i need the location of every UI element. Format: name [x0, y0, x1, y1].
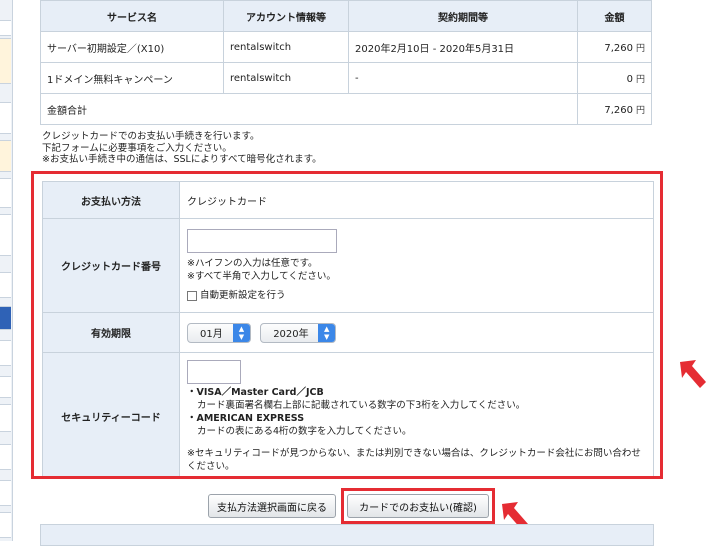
period-cell: - — [348, 62, 578, 94]
expiry-month-value: 01月 — [200, 329, 223, 340]
table-row: サーバー初期設定／(X10) rentalswitch 2020年2月10日 -… — [40, 31, 652, 63]
amex-desc: カードの表にある4桁の数字を入力してください。 — [197, 426, 412, 437]
auto-renew-label: 自動更新設定を行う — [200, 290, 286, 301]
sidebar-item[interactable] — [0, 272, 11, 298]
amount-value: 7,260 — [604, 42, 633, 54]
expiry-cell: 01月 ▲ ▼ 2020年 ▲ ▼ — [179, 312, 654, 353]
total-amount-value: 7,260 — [604, 104, 633, 116]
form-row-payment-method: お支払い方法 クレジットカード — [42, 181, 654, 219]
sidebar-item[interactable] — [0, 340, 11, 366]
ssl-note: ※お支払い手続き中の通信は、SSLによりすべて暗号化されます。 — [42, 154, 322, 165]
sidebar-item[interactable] — [0, 214, 11, 256]
service-name-cell: 1ドメイン無料キャンペーン — [40, 62, 224, 94]
expiry-label: 有効期限 — [42, 312, 180, 353]
security-code-label: セキュリティーコード — [42, 352, 180, 476]
amount-cell: 0円 — [577, 62, 652, 94]
sidebar-item-active[interactable] — [0, 306, 11, 330]
table-header-row: サービス名 アカウント情報等 契約期間等 金額 — [40, 0, 652, 32]
form-row-security-code: セキュリティーコード ・VISA／Master Card／JCB カード裏面署名… — [42, 352, 654, 476]
payment-method-label: お支払い方法 — [42, 181, 180, 219]
column-header-service: サービス名 — [40, 0, 224, 32]
sidebar-item[interactable] — [0, 404, 11, 432]
confirm-card-payment-button[interactable]: カードでのお支払い(確認) — [347, 494, 489, 518]
column-header-amount: 金額 — [577, 0, 652, 32]
service-name-cell: サーバー初期設定／(X10) — [40, 31, 224, 63]
yen-unit: 円 — [635, 105, 645, 116]
sidebar-item[interactable] — [0, 178, 11, 208]
total-amount-cell: 7,260 円 — [577, 93, 652, 125]
security-code-cell: ・VISA／Master Card／JCB カード裏面署名欄右上部に記載されてい… — [179, 352, 654, 476]
left-sidebar — [0, 0, 13, 541]
expiry-year-select[interactable]: 2020年 ▲ ▼ — [260, 322, 337, 343]
sidebar-item[interactable] — [0, 376, 11, 398]
expiry-month-select[interactable]: 01月 ▲ ▼ — [187, 322, 251, 343]
sidebar-item[interactable] — [0, 140, 11, 172]
card-number-label: クレジットカード番号 — [42, 218, 180, 313]
security-code-input[interactable] — [187, 360, 241, 384]
instruction-line: クレジットカードでのお支払い手続きを行います。 — [42, 131, 260, 142]
sidebar-item[interactable] — [0, 480, 11, 506]
chevron-updown-icon: ▲ ▼ — [233, 323, 250, 342]
expiry-year-value: 2020年 — [273, 329, 309, 340]
payment-method-value: クレジットカード — [179, 181, 654, 219]
amount-cell: 7,260 円 — [577, 31, 652, 63]
back-to-payment-method-button[interactable]: 支払方法選択画面に戻る — [208, 494, 336, 518]
yen-unit: 円 — [635, 74, 645, 85]
yen-unit: 円 — [635, 43, 645, 54]
sidebar-item[interactable] — [0, 38, 11, 84]
table-row: 1ドメイン無料キャンペーン rentalswitch - 0円 — [40, 62, 652, 94]
amex-title: ・AMERICAN EXPRESS — [187, 413, 305, 424]
card-hint-halfwidth: ※すべて半角で入力してください。 — [187, 271, 336, 282]
visa-mc-jcb-desc: カード裏面署名欄右上部に記載されている数字の下3桁を入力してください。 — [197, 400, 526, 411]
highlight-frame-form: お支払い方法 クレジットカード クレジットカード番号 ※ハイフンの入力は任意です… — [31, 171, 663, 479]
chevron-updown-icon: ▲ ▼ — [318, 323, 336, 342]
order-summary-table: サービス名 アカウント情報等 契約期間等 金額 サーバー初期設定／(X10) r… — [40, 0, 652, 125]
sidebar-item[interactable] — [0, 444, 11, 470]
auto-renew-option[interactable]: 自動更新設定を行う — [187, 289, 646, 302]
form-row-card-number: クレジットカード番号 ※ハイフンの入力は任意です。 ※すべて半角で入力してくださ… — [42, 218, 654, 313]
card-number-input[interactable] — [187, 229, 337, 253]
total-label: 金額合計 — [40, 93, 578, 125]
column-header-period: 契約期間等 — [348, 0, 578, 32]
visa-mc-jcb-title: ・VISA／Master Card／JCB — [187, 387, 324, 398]
instruction-line: 下記フォームに必要事項をご入力ください。 — [42, 142, 232, 154]
card-number-cell: ※ハイフンの入力は任意です。 ※すべて半角で入力してください。 自動更新設定を行… — [179, 218, 654, 313]
sidebar-item[interactable] — [0, 512, 11, 538]
account-cell: rentalswitch — [223, 31, 349, 63]
account-cell: rentalswitch — [223, 62, 349, 94]
total-row: 金額合計 7,260 円 — [40, 93, 652, 125]
red-arrow-icon — [680, 360, 706, 388]
period-cell: 2020年2月10日 - 2020年5月31日 — [348, 31, 578, 63]
form-row-expiry: 有効期限 01月 ▲ ▼ 2020年 ▲ ▼ — [42, 312, 654, 353]
auto-renew-checkbox[interactable] — [187, 290, 197, 301]
sidebar-item[interactable] — [0, 20, 11, 36]
security-code-note: ※セキュリティコードが見つからない、または判別できない場合は、クレジットカード会… — [187, 448, 641, 472]
amount-value: 0 — [626, 73, 633, 85]
next-section-strip — [40, 524, 654, 546]
payment-instructions: クレジットカードでのお支払い手続きを行います。 下記フォームに必要事項をご入力く… — [42, 131, 322, 166]
card-hint-hyphen: ※ハイフンの入力は任意です。 — [187, 258, 318, 269]
column-header-account: アカウント情報等 — [223, 0, 349, 32]
sidebar-item[interactable] — [0, 102, 11, 134]
credit-card-form: お支払い方法 クレジットカード クレジットカード番号 ※ハイフンの入力は任意です… — [42, 181, 654, 476]
